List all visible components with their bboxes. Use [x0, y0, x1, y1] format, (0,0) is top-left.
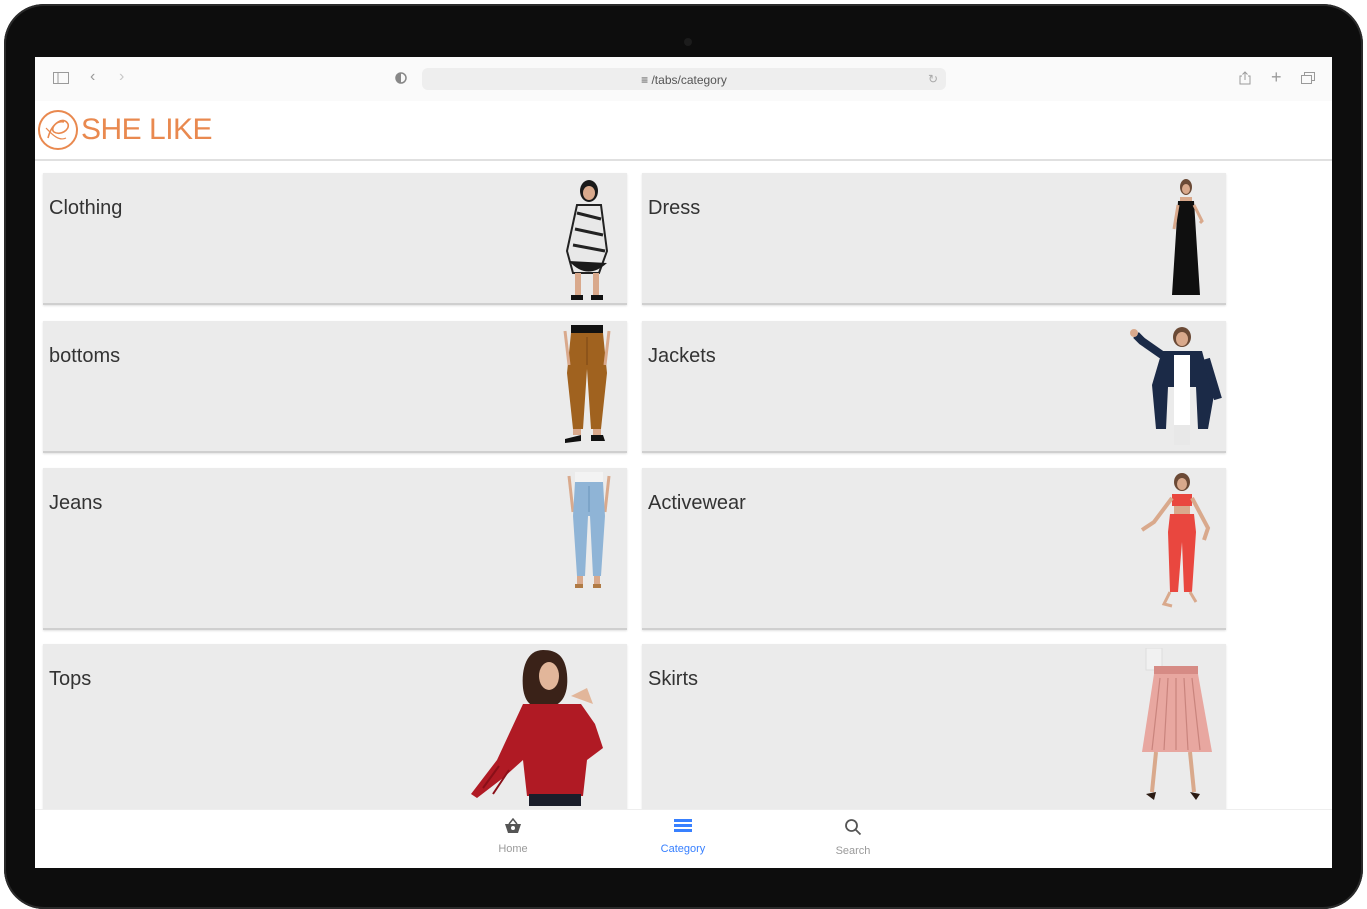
category-label: Dress	[648, 197, 701, 219]
privacy-icon[interactable]	[395, 72, 407, 86]
tab-search[interactable]: Search	[813, 818, 893, 857]
tab-category[interactable]: Category	[643, 818, 723, 855]
category-card-jeans[interactable]: Jeans	[43, 468, 627, 630]
category-card-dress[interactable]: Dress	[642, 173, 1226, 305]
category-card-skirts[interactable]: Skirts	[642, 644, 1226, 811]
category-card-jackets[interactable]: Jackets	[642, 321, 1226, 453]
search-icon	[845, 819, 862, 836]
category-label: Skirts	[648, 668, 698, 690]
category-label: Tops	[49, 668, 92, 690]
category-label: Jackets	[648, 345, 716, 367]
category-card-bottoms[interactable]: bottoms	[43, 321, 627, 453]
tabs-overview-icon[interactable]	[1301, 72, 1315, 86]
basket-icon	[505, 817, 521, 833]
brown-trousers-icon	[563, 325, 611, 443]
woman-in-red-top-icon	[471, 650, 603, 806]
share-icon[interactable]	[1239, 71, 1251, 87]
new-tab-icon[interactable]: +	[1271, 68, 1282, 86]
tab-label: Search	[835, 845, 871, 857]
list-icon	[674, 819, 692, 832]
tab-home[interactable]: Home	[473, 817, 553, 855]
category-label: Clothing	[49, 197, 123, 219]
category-label: bottoms	[49, 345, 121, 367]
camera	[684, 38, 692, 46]
category-card-activewear[interactable]: Activewear	[642, 468, 1226, 630]
back-icon[interactable]: ‹	[90, 69, 95, 85]
forward-icon[interactable]: ›	[119, 69, 124, 85]
category-card-clothing[interactable]: Clothing	[43, 173, 627, 305]
light-blue-jeans-icon	[567, 472, 611, 588]
sidebar-icon[interactable]	[53, 72, 69, 86]
category-label: Jeans	[49, 492, 103, 514]
woman-in-black-white-outfit-icon	[565, 180, 609, 300]
url-text: ≡ /tabs/category	[641, 73, 727, 87]
logo-text: SHE LIKE	[81, 113, 213, 146]
woman-in-denim-jacket-icon	[1130, 327, 1222, 445]
category-card-tops[interactable]: Tops	[43, 644, 627, 811]
address-bar[interactable]: ≡ /tabs/category ↻	[422, 68, 946, 90]
bottom-tab-bar: Home Category Search	[35, 809, 1332, 868]
tab-label: Category	[660, 843, 706, 855]
app-header: SHE LIKE	[35, 101, 1332, 161]
woman-in-red-activewear-icon	[1140, 473, 1211, 608]
reload-icon[interactable]: ↻	[928, 72, 938, 86]
logo-icon[interactable]	[36, 108, 80, 157]
screen: ‹ › ≡ /tabs/category ↻ + SHE LIKE Clothi…	[35, 57, 1332, 868]
tab-label: Home	[498, 843, 528, 855]
browser-toolbar: ‹ › ≡ /tabs/category ↻ +	[35, 57, 1332, 101]
category-grid: Clothing Dress bottoms Jackets Jeans Act…	[35, 161, 1332, 811]
category-label: Activewear	[648, 492, 746, 514]
woman-in-black-jumpsuit-icon	[1172, 179, 1204, 295]
pink-pleated-skirt-icon	[1142, 648, 1212, 800]
